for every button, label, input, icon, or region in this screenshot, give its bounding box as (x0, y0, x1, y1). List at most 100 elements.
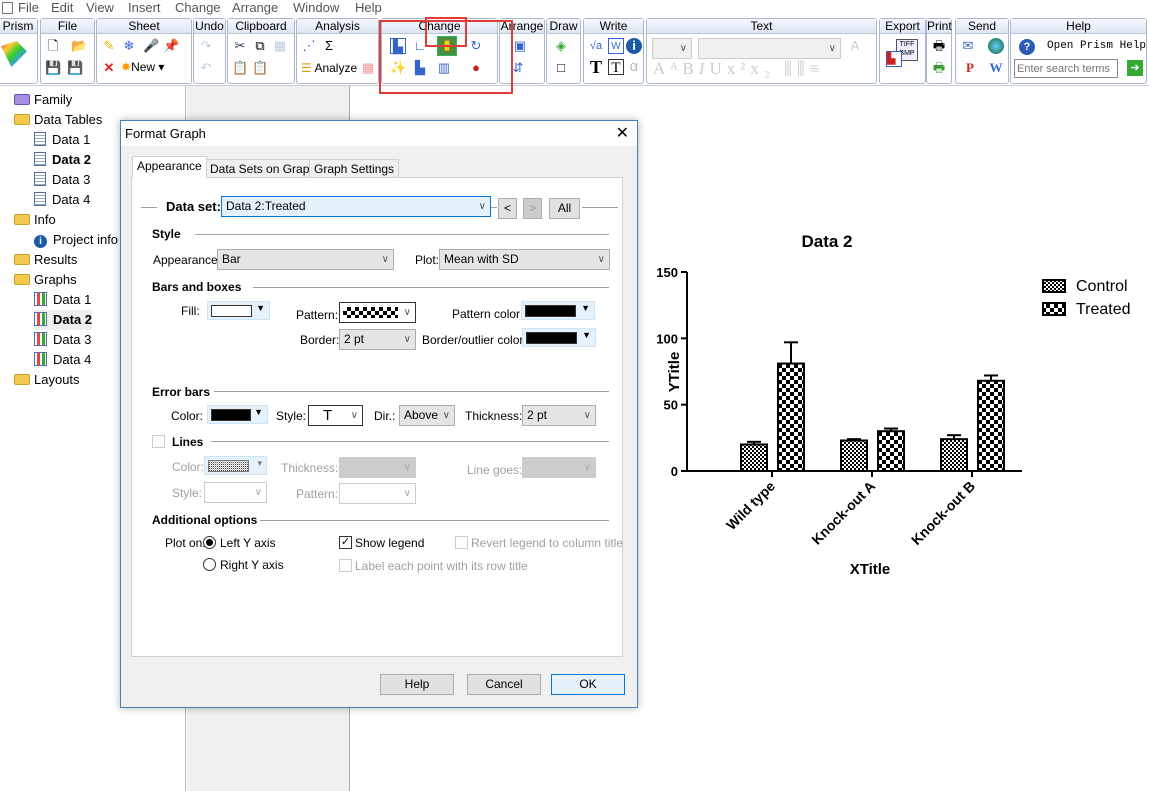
menu-window[interactable]: Window (293, 0, 339, 15)
menu-file[interactable]: File (18, 0, 39, 15)
tree-graph-data-1[interactable]: Data 1 (34, 290, 91, 310)
help-icon[interactable]: ? (1019, 39, 1035, 55)
print-preview-icon[interactable]: 🖶 (931, 60, 947, 76)
tree-table-data-2[interactable]: Data 2 (34, 150, 91, 170)
equation-icon[interactable]: √a (588, 38, 604, 54)
arrange-icon[interactable]: ▣ (512, 38, 528, 54)
next-data-set-button[interactable]: > (523, 198, 542, 219)
help-search-input[interactable] (1014, 59, 1118, 78)
paste-special-icon[interactable]: ▦ (272, 38, 288, 54)
transform-icon[interactable]: ⋰ (301, 38, 317, 54)
lines-checkbox[interactable] (152, 435, 165, 448)
snowflake-icon[interactable]: ❄ (121, 38, 137, 54)
tree-data-tables[interactable]: Data Tables (14, 110, 102, 130)
undo-icon[interactable]: ↶ (198, 60, 214, 76)
tree-project-info[interactable]: i Project info (34, 230, 118, 250)
data-set-select[interactable]: Data 2:Treated ∨ (221, 196, 491, 217)
tree-layouts[interactable]: Layouts (14, 370, 80, 390)
cut-icon[interactable]: ✂ (232, 38, 248, 54)
new-file-icon[interactable]: 🗋 (45, 38, 61, 54)
menu-view[interactable]: View (86, 0, 114, 15)
print-icon[interactable]: 🖶 (931, 38, 947, 54)
ok-button[interactable]: OK (551, 674, 625, 695)
help-button[interactable]: Help (380, 674, 454, 695)
font-size-select[interactable]: ∨ (652, 38, 692, 59)
rectangle-icon[interactable]: □ (553, 60, 569, 76)
error-bar-color-picker[interactable]: ▼ (207, 405, 268, 424)
globe-icon[interactable] (988, 38, 1004, 54)
line-thickness-select[interactable]: ∨ (339, 457, 416, 478)
tab-data-sets-on-graph[interactable]: Data Sets on Graph (205, 159, 322, 178)
line-style-select[interactable]: ∨ (204, 482, 267, 503)
tree-info[interactable]: Info (14, 210, 56, 230)
tree-graph-data-4[interactable]: Data 4 (34, 350, 91, 370)
powerpoint-icon[interactable]: P (962, 60, 978, 76)
open-prism-help-link[interactable]: Open Prism Help (1047, 40, 1146, 52)
text-format-icons[interactable]: AᴬBIUx²x₂ ⫼⫼≡ (653, 59, 824, 79)
paste-options-icon[interactable]: 📋 (252, 60, 268, 76)
all-data-sets-button[interactable]: All (549, 198, 580, 219)
microphone-icon[interactable]: 🎤 (143, 38, 159, 54)
tree-table-data-4[interactable]: Data 4 (34, 190, 90, 210)
fill-color-picker[interactable]: ▼ (207, 301, 270, 320)
menu-edit[interactable]: Edit (51, 0, 73, 15)
revert-legend-checkbox[interactable] (455, 536, 468, 549)
tree-table-data-3[interactable]: Data 3 (34, 170, 90, 190)
email-icon[interactable]: ✉ (960, 38, 976, 54)
redo-icon[interactable]: ↷ (198, 38, 214, 54)
save-icon[interactable]: 💾 (45, 60, 61, 76)
info-add-icon[interactable]: i (626, 38, 642, 54)
line-pattern-select[interactable]: ∨ (339, 483, 416, 504)
pattern-select[interactable]: ∨ (339, 302, 416, 323)
search-go-icon[interactable]: ➔ (1127, 60, 1143, 76)
pencil-icon[interactable]: ✎ (101, 38, 117, 54)
line-color-picker[interactable]: ▾ (204, 456, 267, 475)
tree-table-data-1[interactable]: Data 1 (34, 130, 90, 150)
pattern-color-picker[interactable]: ▼ (521, 301, 595, 320)
left-y-axis-radio[interactable] (203, 536, 216, 549)
font-name-select[interactable]: ∨ (698, 38, 841, 59)
new-sheet-button[interactable]: ✸New ▾ (121, 60, 164, 74)
tab-graph-settings[interactable]: Graph Settings (309, 159, 400, 178)
table-icon[interactable]: ▦ (360, 60, 376, 76)
tree-graph-data-2[interactable]: Data 2 (34, 310, 93, 330)
error-bar-direction-select[interactable]: Above ∨ (399, 405, 455, 426)
error-bar-style-select[interactable]: T ∨ (308, 405, 363, 426)
menu-help[interactable]: Help (355, 0, 382, 15)
menu-insert[interactable]: Insert (128, 0, 161, 15)
right-y-axis-radio[interactable] (203, 558, 216, 571)
border-color-picker[interactable]: ▼ (522, 328, 596, 347)
tab-appearance[interactable]: Appearance (132, 156, 207, 178)
menu-change[interactable]: Change (175, 0, 221, 15)
label-points-checkbox[interactable] (339, 559, 352, 572)
error-bar-thickness-select[interactable]: 2 pt ∨ (522, 405, 596, 426)
cancel-button[interactable]: Cancel (467, 674, 541, 695)
pin-icon[interactable]: 📌 (163, 38, 179, 54)
copy-icon[interactable]: ⧉ (252, 38, 268, 54)
tree-family[interactable]: Family (14, 90, 72, 110)
word-send-icon[interactable]: W (988, 60, 1004, 76)
close-icon[interactable]: ✕ (616, 123, 629, 143)
appearance-select[interactable]: Bar ∨ (217, 249, 394, 270)
border-select[interactable]: 2 pt ∨ (339, 329, 416, 350)
text-box-icon[interactable]: T (608, 59, 624, 76)
prism-icon[interactable] (1, 41, 27, 67)
alpha-icon[interactable]: α (626, 59, 642, 75)
tree-graphs[interactable]: Graphs (14, 270, 77, 290)
text-icon[interactable]: T (588, 58, 604, 76)
open-folder-icon[interactable]: 📂 (71, 38, 87, 54)
sum-icon[interactable]: Σ (321, 38, 337, 54)
tree-graph-data-3[interactable]: Data 3 (34, 330, 91, 350)
menu-arrange[interactable]: Arrange (232, 0, 278, 15)
bar-chart[interactable]: Data 2 0 50 100 150 YTitle Wild type Knock-out … (650, 220, 1149, 590)
show-legend-checkbox[interactable]: ✓ (339, 536, 352, 549)
analyze-button[interactable]: ☰ Analyze (301, 61, 357, 75)
draw-shape-icon[interactable]: ◈ (553, 38, 569, 54)
font-color-icon[interactable]: A (847, 38, 863, 54)
prev-data-set-button[interactable]: < (498, 198, 517, 219)
delete-x-icon[interactable]: ✕ (101, 60, 117, 76)
save-as-icon[interactable]: 💾 (67, 60, 83, 76)
word-icon[interactable]: W (608, 38, 624, 54)
paste-icon[interactable]: 📋 (232, 60, 248, 76)
line-goes-select[interactable]: ∨ (522, 457, 596, 478)
